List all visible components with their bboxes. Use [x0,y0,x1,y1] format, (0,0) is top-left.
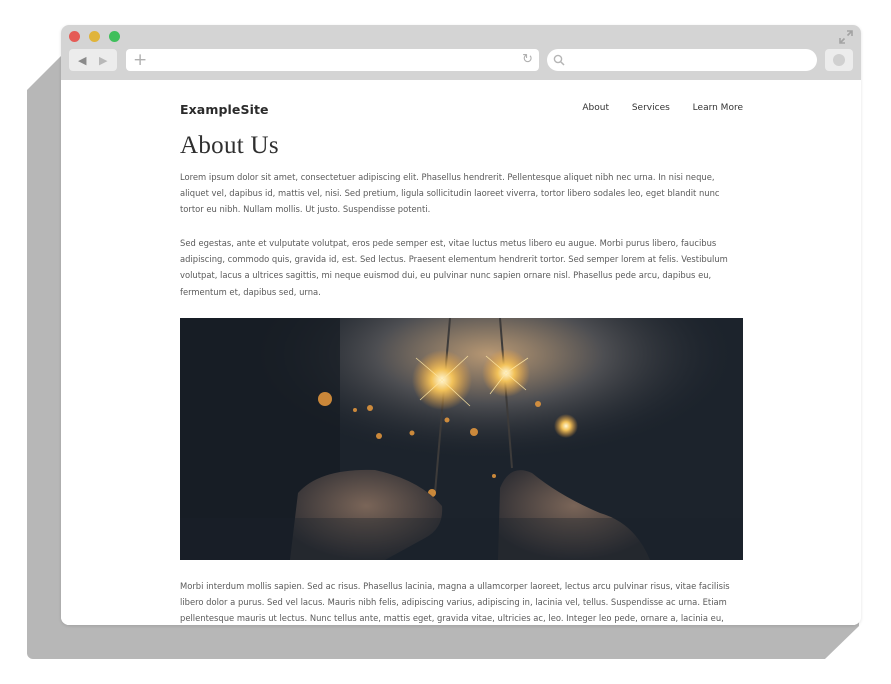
browser-toolbar: ◀ ▶ + ↻ [61,25,861,80]
paragraph-1: Lorem ipsum dolor sit amet, consectetuer… [180,172,720,215]
maximize-window-button[interactable] [109,31,120,42]
history-nav-group: ◀ ▶ [69,49,117,71]
site-logo[interactable]: ExampleSite [180,102,269,117]
paragraph-2: Sed egestas, ante et vulputate volutpat,… [180,238,728,297]
expand-icon[interactable] [839,30,853,44]
address-bar[interactable]: + ↻ [126,49,539,71]
profile-circle-icon [833,54,845,66]
reload-icon[interactable]: ↻ [522,52,533,67]
search-icon [553,54,565,66]
site-nav: About Services Learn More [582,103,743,113]
browser-search-field[interactable] [547,49,817,71]
close-window-button[interactable] [69,31,80,42]
profile-button[interactable] [825,49,853,71]
back-arrow-icon[interactable]: ◀ [78,54,86,67]
nav-link-about[interactable]: About [582,103,609,113]
page-title: About Us [180,132,279,159]
minimize-window-button[interactable] [89,31,100,42]
webpage-viewport[interactable]: ExampleSite About Services Learn More Ab… [61,80,861,625]
site-header: ExampleSite About Services Learn More [180,80,743,120]
page-content: ExampleSite About Services Learn More Ab… [180,80,743,623]
nav-link-learn-more[interactable]: Learn More [693,103,743,113]
hero-image-sparklers [180,318,743,560]
nav-link-services[interactable]: Services [632,103,670,113]
paragraph-3: Morbi interdum mollis sapien. Sed ac ris… [180,581,730,624]
browser-window: ◀ ▶ + ↻ ExampleSite About Services Learn… [61,25,861,625]
new-tab-plus-icon[interactable]: + [133,50,147,70]
forward-arrow-icon[interactable]: ▶ [99,54,107,67]
